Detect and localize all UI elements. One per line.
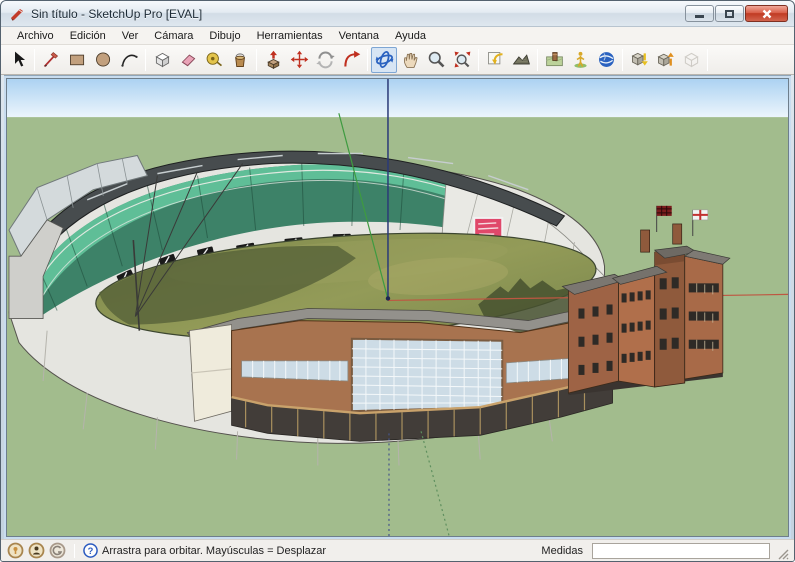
statusbar-separator xyxy=(74,544,75,558)
flag-dark xyxy=(657,206,672,216)
maximize-icon xyxy=(725,10,734,18)
svg-text:?: ? xyxy=(88,546,94,556)
rotate-icon xyxy=(315,49,336,70)
viewport-frame xyxy=(4,75,791,539)
arc-icon xyxy=(119,49,140,70)
drawing-canvas[interactable] xyxy=(7,79,788,536)
status-bar: ? Arrastra para orbitar. Mayúsculas = De… xyxy=(1,539,794,561)
paint-bucket-tool-button[interactable] xyxy=(227,47,253,73)
google-earth-tool-button[interactable] xyxy=(593,47,619,73)
push-pull-tool-button[interactable] xyxy=(260,47,286,73)
position-camera-icon xyxy=(570,49,591,70)
circle-icon xyxy=(93,49,114,70)
close-icon xyxy=(762,9,772,19)
viewport xyxy=(6,78,789,537)
component-box-tool-button[interactable] xyxy=(678,47,704,73)
application-window: Sin título - SketchUp Pro [EVAL] Archivo… xyxy=(0,0,795,562)
component-box-icon xyxy=(681,49,702,70)
menu-item-archivo[interactable]: Archivo xyxy=(9,28,62,44)
get-models-tool-button[interactable] xyxy=(626,47,652,73)
close-button[interactable] xyxy=(745,5,788,22)
toolbar-separator xyxy=(34,49,35,71)
measurements-input[interactable] xyxy=(592,543,770,559)
line-icon xyxy=(41,49,62,70)
toolbar-separator xyxy=(256,49,257,71)
toolbar-separator xyxy=(145,49,146,71)
circle-tool-button[interactable] xyxy=(90,47,116,73)
axes-origin xyxy=(386,296,390,300)
menu-item-dibujo[interactable]: Dibujo xyxy=(201,28,248,44)
tape-measure-icon xyxy=(204,49,225,70)
menu-item-edicion[interactable]: Edición xyxy=(62,28,114,44)
add-location-tool-button[interactable] xyxy=(541,47,567,73)
eraser-tool-button[interactable] xyxy=(175,47,201,73)
toolbar-separator xyxy=(622,49,623,71)
orbit-tool-button[interactable] xyxy=(371,47,397,73)
window-title: Sin título - SketchUp Pro [EVAL] xyxy=(31,7,685,21)
toolbar xyxy=(1,45,794,75)
menu-item-ver[interactable]: Ver xyxy=(114,28,147,44)
push-pull-icon xyxy=(263,49,284,70)
menu-item-ayuda[interactable]: Ayuda xyxy=(387,28,434,44)
get-current-view-icon xyxy=(485,49,506,70)
menu-bar: ArchivoEdiciónVerCámaraDibujoHerramienta… xyxy=(1,27,794,45)
sketchup-logo-icon xyxy=(9,6,25,22)
toolbar-separator xyxy=(537,49,538,71)
maximize-button[interactable] xyxy=(715,5,744,22)
sky xyxy=(7,79,788,117)
get-models-icon xyxy=(629,49,650,70)
arc-tool-button[interactable] xyxy=(116,47,142,73)
menu-item-ventana[interactable]: Ventana xyxy=(331,28,387,44)
google-earth-icon xyxy=(596,49,617,70)
follow-me-icon xyxy=(341,49,362,70)
make-component-icon xyxy=(152,49,173,70)
menu-item-camara[interactable]: Cámara xyxy=(146,28,201,44)
minimize-button[interactable] xyxy=(685,5,714,22)
share-models-tool-button[interactable] xyxy=(652,47,678,73)
position-camera-tool-button[interactable] xyxy=(567,47,593,73)
menu-item-herramientas[interactable]: Herramientas xyxy=(249,28,331,44)
zoom-extents-tool-button[interactable] xyxy=(449,47,475,73)
orbit-icon xyxy=(374,49,395,70)
window-controls xyxy=(685,5,788,22)
rotate-tool-button[interactable] xyxy=(312,47,338,73)
share-models-icon xyxy=(655,49,676,70)
tape-measure-tool-button[interactable] xyxy=(201,47,227,73)
add-location-icon xyxy=(544,49,565,70)
eraser-icon xyxy=(178,49,199,70)
title-bar: Sin título - SketchUp Pro [EVAL] xyxy=(1,1,794,27)
toolbar-separator xyxy=(478,49,479,71)
status-hint: Arrastra para orbitar. Mayúsculas = Desp… xyxy=(102,545,537,557)
minimize-icon xyxy=(695,15,704,18)
toolbar-separator xyxy=(367,49,368,71)
rectangle-icon xyxy=(67,49,88,70)
line-tool-button[interactable] xyxy=(38,47,64,73)
zoom-tool-button[interactable] xyxy=(423,47,449,73)
pan-tool-button[interactable] xyxy=(397,47,423,73)
move-icon xyxy=(289,49,310,70)
toggle-terrain-tool-button[interactable] xyxy=(508,47,534,73)
resize-grip[interactable] xyxy=(777,548,790,561)
toggle-terrain-icon xyxy=(511,49,532,70)
follow-me-tool-button[interactable] xyxy=(338,47,364,73)
geolocation-icon[interactable] xyxy=(7,542,24,559)
get-current-view-tool-button[interactable] xyxy=(482,47,508,73)
sign-in-icon[interactable] xyxy=(49,542,66,559)
credits-icon[interactable] xyxy=(28,542,45,559)
toolbar-separator xyxy=(707,49,708,71)
zoom-icon xyxy=(426,49,447,70)
select-icon xyxy=(8,49,29,70)
pan-icon xyxy=(400,49,421,70)
move-tool-button[interactable] xyxy=(286,47,312,73)
make-component-tool-button[interactable] xyxy=(149,47,175,73)
paint-bucket-icon xyxy=(230,49,251,70)
flag-st-george xyxy=(693,210,708,220)
rectangle-tool-button[interactable] xyxy=(64,47,90,73)
zoom-extents-icon xyxy=(452,49,473,70)
measurements-label: Medidas xyxy=(541,545,583,557)
select-tool-button[interactable] xyxy=(5,47,31,73)
help-question-icon[interactable]: ? xyxy=(83,543,98,558)
status-icons xyxy=(7,542,66,559)
